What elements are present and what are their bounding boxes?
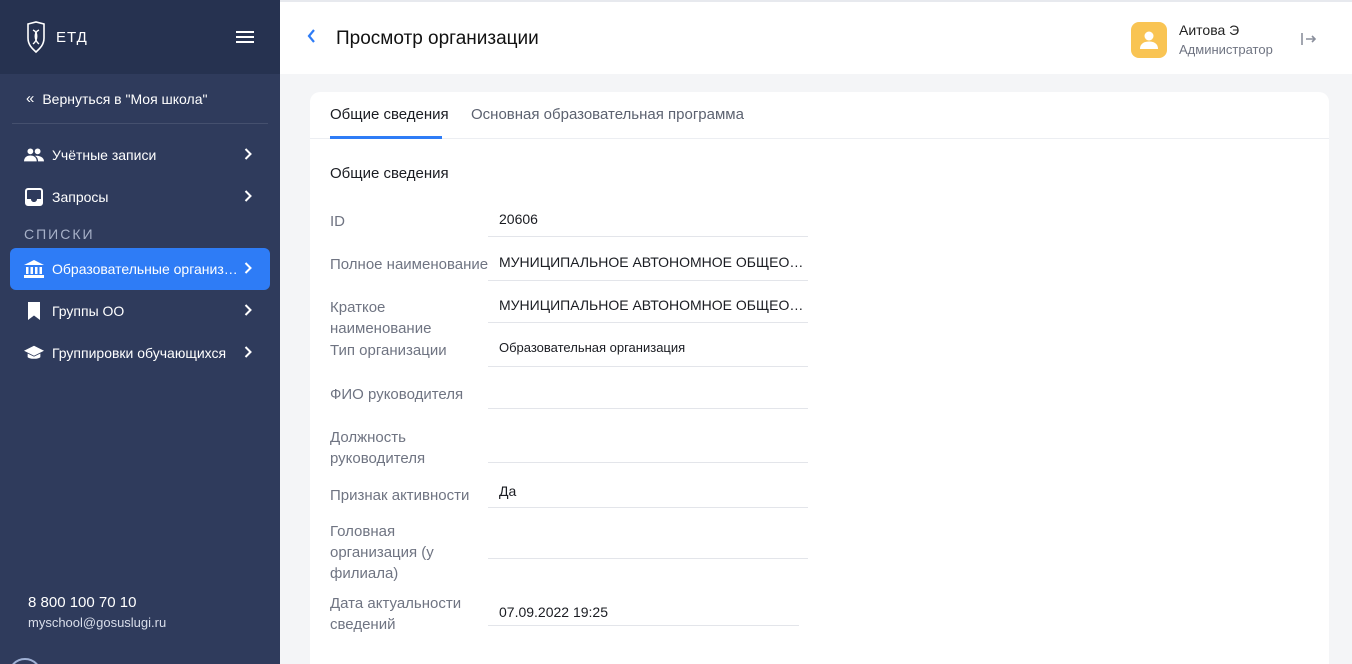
user-role: Администратор [1179, 42, 1273, 57]
support-email[interactable]: myschool@gosuslugi.ru [28, 615, 166, 630]
sidebar-item-accounts[interactable]: Учётные записи [10, 134, 270, 176]
field-value-id: 20606 [488, 211, 808, 237]
double-chevron-left-icon: « [26, 90, 35, 107]
logo-text: ЕТД [56, 28, 88, 46]
field-value-parent-org [488, 521, 808, 559]
chevron-right-icon [240, 147, 256, 163]
field-label-org-type: Тип организации [330, 342, 447, 359]
logo[interactable]: ЕТД [24, 20, 88, 54]
field-value-head-name [488, 384, 808, 409]
avatar[interactable] [1131, 22, 1167, 58]
field-label-short-name: Краткое наименование [330, 299, 432, 337]
section-title: Общие сведения [330, 165, 449, 182]
page-title: Просмотр организации [336, 28, 539, 49]
section-label-lists: СПИСКИ [24, 226, 95, 242]
bookmark-icon [24, 301, 44, 321]
contacts: 8 800 100 70 10 myschool@gosuslugi.ru [28, 594, 166, 630]
chevron-right-icon [240, 345, 256, 361]
field-value-activity: Да [488, 483, 808, 508]
logo-icon [27, 21, 45, 54]
sidebar-item-requests[interactable]: Запросы [10, 176, 270, 218]
field-value-org-type: Образовательная организация [488, 340, 808, 367]
users-icon [24, 145, 44, 165]
field-label-activity: Признак активности [330, 487, 470, 504]
tab-main-educational-program[interactable]: Основная образовательная программа [471, 106, 744, 123]
sidebar-item-label: Учётные записи [52, 147, 157, 163]
support-phone[interactable]: 8 800 100 70 10 [28, 594, 166, 611]
sidebar-header: ЕТД [0, 0, 280, 74]
tabs: Общие сведения Основная образовательная … [310, 92, 1329, 139]
logout-icon[interactable] [1300, 30, 1320, 50]
field-value-full-name: МУНИЦИПАЛЬНОЕ АВТОНОМНОЕ ОБЩЕОБРАЗОВАТЕЛ… [488, 254, 808, 281]
menu-icon[interactable] [236, 31, 254, 43]
back-label: Вернуться в "Моя школа" [42, 90, 208, 107]
institution-icon [24, 259, 44, 279]
active-tab-indicator [330, 136, 442, 139]
top-header: Просмотр организации Аитова Э Администра… [280, 0, 1352, 74]
back-to-myschool-link[interactable]: « Вернуться в "Моя школа" [12, 74, 268, 124]
field-value-short-name: МУНИЦИПАЛЬНОЕ АВТОНОМНОЕ ОБЩЕОБРАЗОВАТЕЛ… [488, 297, 808, 323]
user-icon [1140, 31, 1158, 49]
sidebar-item-label: Образовательные организации [52, 261, 240, 277]
sidebar-item-student-groupings[interactable]: Группировки обучающихся [10, 332, 270, 374]
back-chevron-icon[interactable] [306, 28, 316, 49]
sidebar-item-label: Группы ОО [52, 303, 125, 319]
graduation-cap-icon [24, 343, 44, 363]
field-label-actuality-date: Дата актуальности сведений [330, 595, 462, 633]
user-name: Аитова Э [1179, 22, 1240, 38]
sidebar-item-label: Запросы [52, 189, 109, 205]
inbox-icon [24, 187, 44, 207]
field-label-id: ID [330, 213, 345, 230]
help-icon[interactable] [8, 658, 42, 664]
field-label-head-position: Должность руководителя [330, 429, 426, 467]
chevron-right-icon [240, 303, 256, 319]
organization-card: Общие сведения Основная образовательная … [310, 92, 1329, 664]
chevron-right-icon [240, 189, 256, 205]
field-value-head-position [488, 427, 808, 463]
sidebar-item-org-groups[interactable]: Группы ОО [10, 290, 270, 332]
sidebar-item-label: Группировки обучающихся [52, 345, 227, 361]
field-label-head-name: ФИО руководителя [330, 386, 464, 403]
field-value-actuality-date: 07.09.2022 19:25 [488, 604, 799, 626]
field-label-full-name: Полное наименование [330, 256, 489, 273]
sidebar-item-educational-organizations[interactable]: Образовательные организации [10, 248, 270, 290]
field-label-parent-org: Головная организация (у филиала) [330, 523, 434, 582]
chevron-right-icon [240, 261, 256, 277]
sidebar: ЕТД « Вернуться в "Моя школа" Учётные за… [0, 0, 280, 664]
tab-general-info[interactable]: Общие сведения [330, 106, 449, 123]
